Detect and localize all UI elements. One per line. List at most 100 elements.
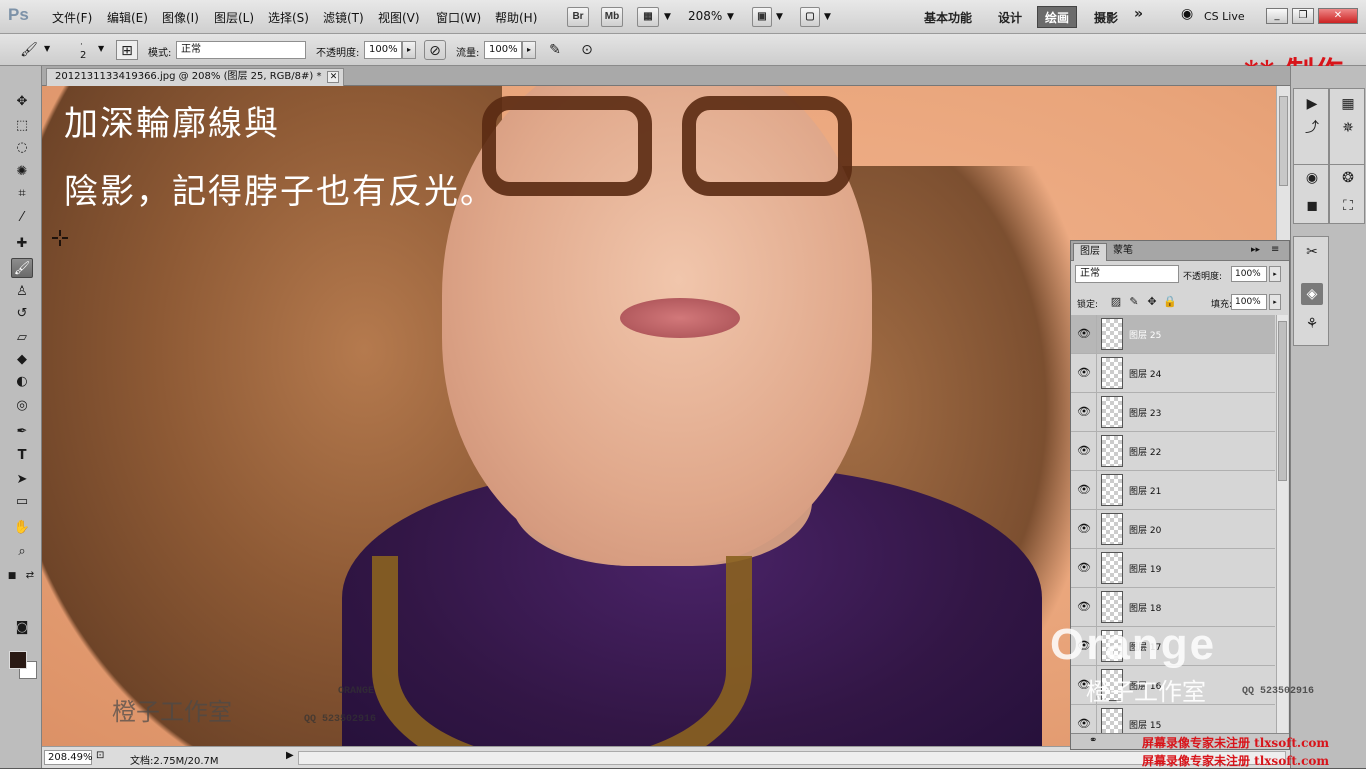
visibility-toggle[interactable]: 👁	[1071, 393, 1097, 432]
menu-edit[interactable]: 编辑(E)	[107, 9, 148, 26]
color-icon[interactable]: ❂	[1337, 167, 1359, 189]
brush-tool-icon[interactable]: 🖌	[18, 40, 40, 60]
layer-row[interactable]: 👁 图层 15	[1071, 705, 1275, 733]
fill-input[interactable]: 100%	[1231, 294, 1267, 310]
zoom-tool-icon[interactable]: ⌕	[11, 542, 33, 562]
layer-row[interactable]: 👁 图层 22	[1071, 432, 1275, 471]
menu-help[interactable]: 帮助(H)	[495, 9, 537, 26]
masks-icon[interactable]: ⛶	[1337, 195, 1359, 217]
brush-presets-icon[interactable]: ◉	[1301, 167, 1323, 189]
eye-icon[interactable]: 👁	[1077, 522, 1091, 536]
lock-all-icon[interactable]: 🔒	[1163, 295, 1177, 309]
extras-icon[interactable]: ▦	[637, 7, 659, 27]
layer-thumbnail[interactable]	[1101, 357, 1123, 389]
cs-live-icon[interactable]: ◉	[1181, 6, 1193, 22]
zoom-menu[interactable]: 208%	[688, 9, 722, 23]
fill-arrow[interactable]: ▸	[1269, 294, 1281, 310]
tool-presets-icon[interactable]: ✂	[1301, 241, 1323, 263]
dodge-tool-icon[interactable]: ◐	[11, 372, 33, 392]
visibility-toggle[interactable]: 👁	[1071, 432, 1097, 471]
scroll-thumb[interactable]	[1279, 96, 1288, 186]
document-tab[interactable]: 20121311334193​66.jpg @ 208% (图层 25, RGB…	[46, 68, 345, 86]
eye-icon[interactable]: 👁	[1077, 561, 1091, 575]
pen-tool-icon[interactable]: ✒	[11, 422, 33, 442]
collapse-icon[interactable]: ▸▸	[1251, 245, 1260, 255]
eye-icon[interactable]: 👁	[1077, 327, 1091, 341]
tab-layers[interactable]: 图层	[1073, 243, 1107, 261]
quick-select-tool-icon[interactable]: ✺	[11, 162, 33, 182]
menu-image[interactable]: 图像(I)	[162, 9, 199, 26]
brush-size[interactable]: 2	[80, 50, 86, 61]
layer-row[interactable]: 👁 图层 24	[1071, 354, 1275, 393]
adjustments-icon[interactable]: ◼	[1301, 195, 1323, 217]
healing-brush-tool-icon[interactable]: ✚	[11, 234, 33, 254]
zoom-field[interactable]: 208.49%	[44, 750, 93, 765]
layer-name[interactable]: 图层 20	[1129, 523, 1161, 536]
swatches-icon[interactable]: ▦	[1337, 93, 1359, 115]
history-icon[interactable]: ⤴	[1301, 117, 1323, 139]
chevron-down-icon[interactable]: ▼	[98, 44, 104, 53]
pressure-opacity-icon[interactable]: ⊘	[424, 40, 446, 60]
arrange-icon[interactable]: ▣	[752, 7, 772, 27]
paint-bucket-tool-icon[interactable]: ◆	[11, 350, 33, 370]
eye-icon[interactable]: 👁	[1077, 717, 1091, 731]
visibility-toggle[interactable]: 👁	[1071, 354, 1097, 393]
panel-menu-icon[interactable]: ≡	[1271, 244, 1279, 255]
bridge-button[interactable]: Br	[567, 7, 589, 27]
quick-mask-icon[interactable]: ◙	[11, 618, 33, 638]
visibility-toggle[interactable]: 👁	[1071, 705, 1097, 733]
mode-select[interactable]: 正常	[176, 41, 306, 59]
lock-position-icon[interactable]: ✥	[1145, 295, 1159, 309]
menu-file[interactable]: 文件(F)	[52, 9, 92, 26]
chevron-down-icon[interactable]: ▼	[776, 12, 783, 22]
eye-icon[interactable]: 👁	[1077, 444, 1091, 458]
layer-thumbnail[interactable]	[1101, 552, 1123, 584]
layer-name[interactable]: 图层 22	[1129, 445, 1161, 458]
layer-row[interactable]: 👁 图层 21	[1071, 471, 1275, 510]
status-arrow-icon[interactable]: ▶	[286, 750, 294, 761]
crop-tool-icon[interactable]: ⌗	[11, 184, 33, 204]
layer-thumbnail[interactable]	[1101, 474, 1123, 506]
visibility-toggle[interactable]: 👁	[1071, 315, 1097, 354]
layer-name[interactable]: 图层 21	[1129, 484, 1161, 497]
layer-name[interactable]: 图层 25	[1129, 328, 1161, 341]
cs-live-menu[interactable]: CS Live	[1204, 10, 1245, 23]
status-menu-icon[interactable]: ⊡	[96, 750, 104, 761]
navigator-icon[interactable]: ✵	[1337, 117, 1359, 139]
layer-thumbnail[interactable]	[1101, 513, 1123, 545]
visibility-toggle[interactable]: 👁	[1071, 549, 1097, 588]
blend-mode-select[interactable]: 正常	[1075, 265, 1179, 283]
opacity-slider-arrow[interactable]: ▸	[402, 41, 416, 59]
brush-panel-icon[interactable]: ⊞	[116, 40, 138, 60]
visibility-toggle[interactable]: 👁	[1071, 471, 1097, 510]
layer-opacity-arrow[interactable]: ▸	[1269, 266, 1281, 282]
lock-transparency-icon[interactable]: ▨	[1109, 295, 1123, 309]
layer-row[interactable]: 👁 图层 25	[1071, 315, 1275, 354]
chevron-down-icon[interactable]: ▼	[44, 44, 50, 53]
3d-rotate-tool-icon[interactable]: ◎	[11, 396, 33, 416]
layer-name[interactable]: 图层 19	[1129, 562, 1161, 575]
channels-icon[interactable]: ⚘	[1301, 313, 1323, 335]
shape-tool-icon[interactable]: ▭	[11, 492, 33, 512]
workspace-design[interactable]: 设计	[998, 9, 1022, 26]
layer-name[interactable]: 图层 15	[1129, 718, 1161, 731]
history-brush-tool-icon[interactable]: ↺	[11, 304, 33, 324]
default-colors-icon[interactable]: ■	[6, 566, 18, 586]
eye-icon[interactable]: 👁	[1077, 600, 1091, 614]
horizontal-scrollbar[interactable]	[298, 751, 1286, 765]
layer-row[interactable]: 👁 图层 19	[1071, 549, 1275, 588]
menu-layer[interactable]: 图层(L)	[214, 9, 254, 26]
workspace-painting[interactable]: 绘画	[1037, 6, 1077, 28]
workspace-essentials[interactable]: 基本功能	[924, 9, 972, 26]
visibility-toggle[interactable]: 👁	[1071, 510, 1097, 549]
flow-input[interactable]: 100%	[484, 41, 522, 59]
layer-thumbnail[interactable]	[1101, 591, 1123, 623]
eye-icon[interactable]: 👁	[1077, 483, 1091, 497]
screen-mode-icon[interactable]: ▢	[800, 7, 820, 27]
opacity-input[interactable]: 100%	[364, 41, 402, 59]
airbrush-icon[interactable]: ✎	[544, 40, 566, 60]
more-workspaces-icon[interactable]: »	[1134, 6, 1143, 22]
move-tool-icon[interactable]: ✥	[11, 92, 33, 112]
layer-row[interactable]: 👁 图层 23	[1071, 393, 1275, 432]
menu-filter[interactable]: 滤镜(T)	[323, 9, 364, 26]
